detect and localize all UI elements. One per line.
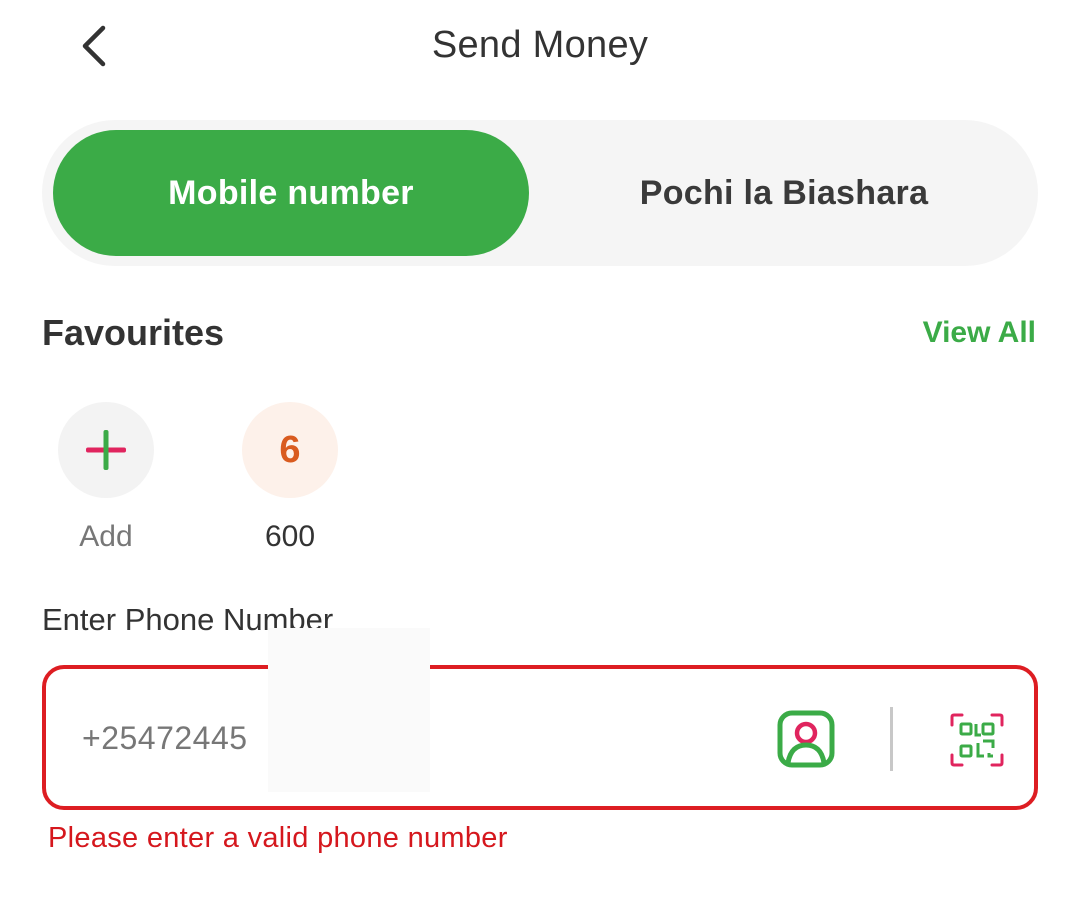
redacted-area <box>268 628 430 792</box>
favourite-contact[interactable]: 6 600 <box>242 402 338 554</box>
qr-scan-icon <box>950 713 1004 767</box>
add-favourite-label: Add <box>79 520 133 553</box>
plus-icon <box>86 430 126 470</box>
contact-picker-button[interactable] <box>776 709 836 769</box>
avatar-initial: 6 <box>279 428 301 471</box>
add-favourite-button[interactable]: Add <box>58 402 154 554</box>
tab-pochi-la-biashara[interactable]: Pochi la Biashara <box>539 130 1029 256</box>
avatar: 6 <box>242 402 338 498</box>
qr-scan-button[interactable] <box>950 713 1004 767</box>
phone-number-field <box>42 665 1038 810</box>
page-title: Send Money <box>431 24 649 66</box>
send-money-screen: Send Money Mobile number Pochi la Biasha… <box>0 0 1080 898</box>
favourite-contact-label: 600 <box>264 520 316 553</box>
add-favourite-circle <box>58 402 154 498</box>
favourites-heading: Favourites <box>42 312 225 353</box>
tab-mobile-number[interactable]: Mobile number <box>53 130 529 256</box>
field-divider <box>890 707 893 771</box>
transfer-type-switch: Mobile number Pochi la Biashara <box>42 120 1038 266</box>
phone-error-message: Please enter a valid phone number <box>48 822 508 854</box>
contact-book-icon <box>777 710 835 768</box>
view-all-link[interactable]: View All <box>923 316 1036 350</box>
